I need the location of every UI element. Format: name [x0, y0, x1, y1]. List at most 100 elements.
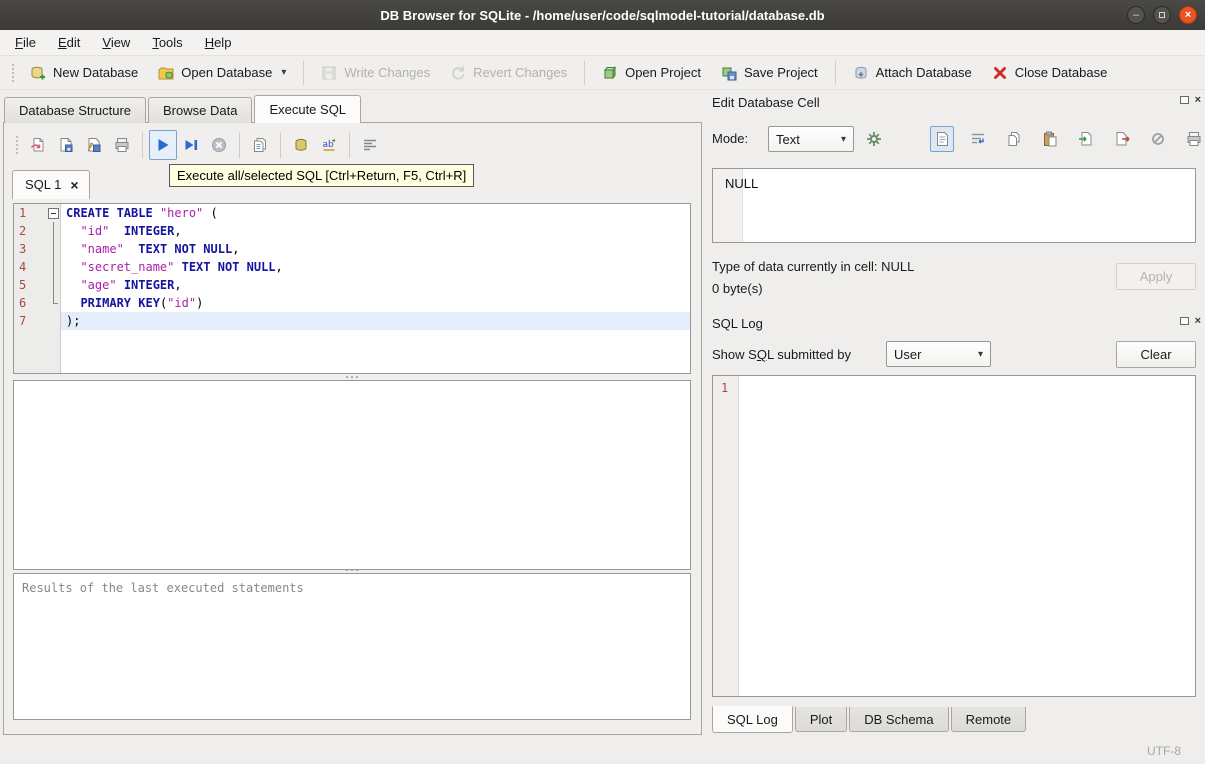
edit-cell-title: Edit Database Cell [712, 94, 820, 110]
execute-current-line-button[interactable] [177, 130, 205, 160]
tab-database-structure[interactable]: Database Structure [4, 97, 147, 123]
execution-log[interactable]: Results of the last executed statements [13, 573, 691, 720]
maximize-button[interactable] [1153, 6, 1171, 24]
titlebar[interactable]: DB Browser for SQLite - /home/user/code/… [0, 0, 1205, 30]
save-as-view-button[interactable] [287, 130, 315, 160]
close-database-button[interactable]: Close Database [982, 59, 1118, 87]
editor-line[interactable]: 5 "age" INTEGER, [14, 276, 690, 294]
sql-log-filter-label: Show SQL submitted by [712, 347, 851, 362]
new-database-button[interactable]: New Database [20, 59, 148, 87]
find-replace-icon: ab [321, 137, 337, 153]
revert-changes-button: Revert Changes [440, 59, 577, 87]
editor-line[interactable]: 6 PRIMARY KEY("id") [14, 294, 690, 312]
code-text: "id" INTEGER, [80, 224, 182, 238]
fold-collapse-icon[interactable] [47, 204, 60, 222]
mode-combo[interactable]: Text ▾ [768, 126, 854, 152]
format-sql-button[interactable] [356, 130, 384, 160]
tab-remote[interactable]: Remote [950, 707, 1027, 732]
toolbar-drag-handle[interactable] [11, 62, 15, 83]
open-project-icon [602, 65, 618, 81]
open-database-dropdown-icon[interactable]: ▾ [281, 67, 286, 78]
attach-database-button[interactable]: Attach Database [843, 59, 982, 87]
log-filter-value: User [894, 346, 922, 362]
new-database-label: New Database [53, 65, 139, 80]
find-replace-button[interactable]: ab [315, 130, 343, 160]
sql-code-editor[interactable]: 1 CREATE TABLE "hero" (2 "id" INTEGER, 3 "… [13, 203, 691, 374]
word-wrap-button[interactable] [966, 126, 990, 152]
sql-log-title: SQL Log [712, 315, 763, 331]
close-panel-icon[interactable]: × [1195, 95, 1201, 106]
sql-toolbar-drag-handle[interactable] [15, 135, 19, 155]
execute-all-button[interactable] [149, 130, 177, 160]
minimize-button[interactable]: – [1127, 6, 1145, 24]
results-grid[interactable] [13, 380, 691, 570]
open-project-button[interactable]: Open Project [592, 59, 711, 87]
sql-toolbar: ab [10, 127, 384, 163]
editor-line[interactable]: 3 "name" TEXT NOT NULL, [14, 240, 690, 258]
editor-line[interactable]: 7); [14, 312, 690, 330]
menu-tools[interactable]: Tools [141, 31, 193, 54]
cell-editor[interactable]: NULL [712, 168, 1196, 243]
open-sql-file-button[interactable] [24, 130, 52, 160]
import-cell-data-button[interactable] [1074, 126, 1098, 152]
copy-cell-button[interactable] [1002, 126, 1026, 152]
save-project-label: Save Project [743, 65, 818, 80]
menu-view[interactable]: View [91, 31, 141, 54]
tab-db-schema[interactable]: DB Schema [849, 707, 949, 732]
print-cell-button[interactable] [1182, 126, 1205, 152]
save-sql-file-button[interactable] [52, 130, 80, 160]
execution-log-placeholder: Results of the last executed statements [22, 581, 304, 595]
save-sql-file-icon [58, 137, 74, 153]
float-panel-icon[interactable] [1179, 96, 1189, 104]
save-sql-file-as-icon [86, 137, 102, 153]
print-icon [114, 137, 130, 153]
line-number: 3 [19, 242, 27, 256]
line-number: 2 [19, 224, 27, 238]
tab-sql-log[interactable]: SQL Log [712, 706, 793, 733]
log-filter-combo[interactable]: User ▾ [886, 341, 991, 367]
gear-icon [866, 131, 882, 147]
set-null-button[interactable] [1146, 126, 1170, 152]
menu-edit[interactable]: Edit [47, 31, 91, 54]
bottom-tabbar: SQL Log Plot DB Schema Remote [712, 706, 1028, 734]
window-controls: – × [1127, 6, 1197, 24]
menu-file[interactable]: File [4, 31, 47, 54]
text-page-icon [935, 131, 950, 147]
print-sql-button[interactable] [108, 130, 136, 160]
export-csv-button[interactable] [246, 130, 274, 160]
sql-tab-close-icon[interactable]: × [70, 178, 78, 192]
main-tabbar: Database Structure Browse Data Execute S… [4, 95, 363, 123]
export-csv-icon [252, 137, 268, 153]
tab-browse-data[interactable]: Browse Data [148, 97, 253, 123]
save-project-button[interactable]: Save Project [711, 59, 828, 87]
cell-type-info: Type of data currently in cell: NULL [712, 259, 915, 274]
sql-log-view[interactable]: 1 [712, 375, 1196, 697]
close-panel-icon[interactable]: × [1195, 316, 1201, 327]
editor-line[interactable]: 1 CREATE TABLE "hero" ( [14, 204, 690, 222]
editor-line[interactable]: 4 "secret_name" TEXT NOT NULL, [14, 258, 690, 276]
cell-settings-button[interactable] [862, 126, 886, 152]
mode-combo-value: Text [776, 131, 800, 147]
execute-sql-pane: ab SQL 1 × Execute all/selected SQL [Ctr… [3, 122, 702, 735]
text-mode-button[interactable] [930, 126, 954, 152]
save-sql-file-as-button[interactable] [80, 130, 108, 160]
tab-execute-sql[interactable]: Execute SQL [254, 95, 362, 123]
clear-log-button[interactable]: Clear [1116, 341, 1196, 368]
attach-database-icon [853, 65, 869, 81]
save-as-view-icon [293, 137, 309, 153]
tab-plot[interactable]: Plot [794, 707, 848, 732]
right-panel: Edit Database Cell × Mode: Text ▾ NULL T… [706, 88, 1205, 737]
set-null-icon [1150, 131, 1166, 147]
menu-help[interactable]: Help [194, 31, 243, 54]
encoding-indicator[interactable]: UTF-8 [1147, 744, 1181, 758]
paste-cell-button[interactable] [1038, 126, 1062, 152]
float-panel-icon[interactable] [1179, 317, 1189, 325]
export-cell-data-button[interactable] [1110, 126, 1134, 152]
code-text: ); [66, 314, 81, 328]
save-project-icon [721, 65, 737, 81]
open-database-button[interactable]: Open Database ▾ [148, 59, 296, 87]
sql-tab-1[interactable]: SQL 1 × [12, 170, 90, 199]
editor-line[interactable]: 2 "id" INTEGER, [14, 222, 690, 240]
close-button[interactable]: × [1179, 6, 1197, 24]
sql-toolbar-separator [142, 132, 143, 158]
